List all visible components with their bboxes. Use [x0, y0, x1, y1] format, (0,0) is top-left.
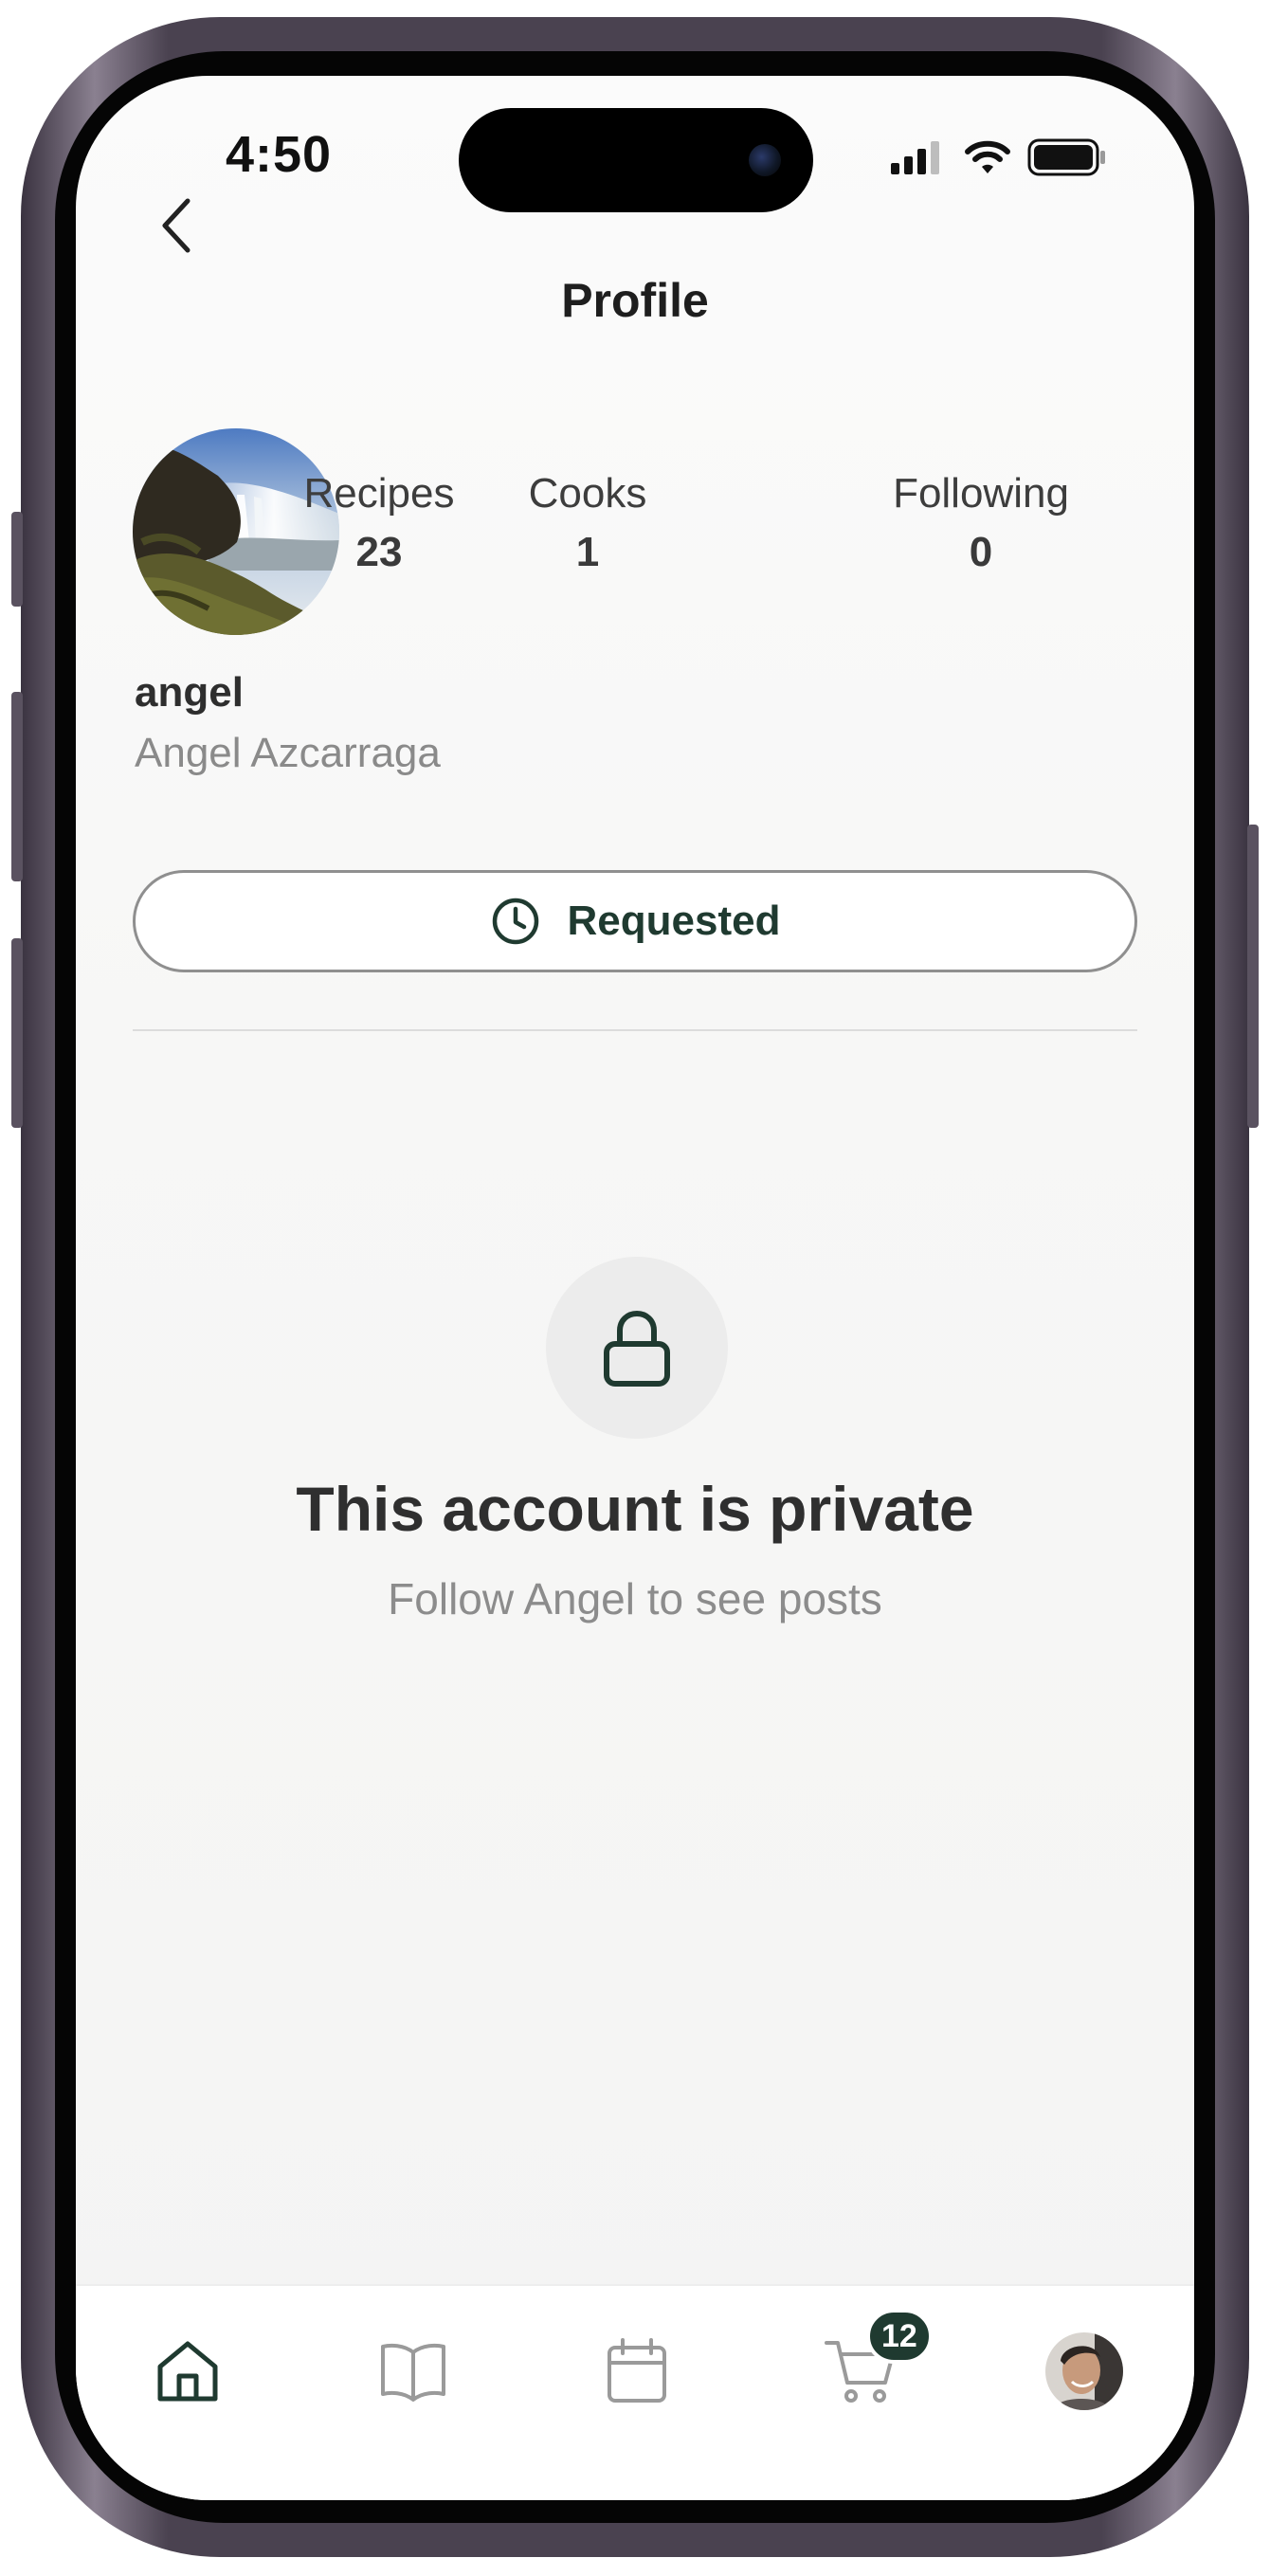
calendar-icon [608, 2338, 666, 2403]
user-photo [1045, 2332, 1123, 2410]
book-icon [381, 2343, 445, 2402]
section-divider [133, 1029, 1137, 1031]
profile-full-name: Angel Azcarraga [135, 730, 441, 776]
app-screen: 4:50 Profile Recipes 23 Cooks 1 Followin… [76, 76, 1194, 2500]
front-camera [749, 144, 781, 176]
status-time: 4:50 [226, 126, 333, 183]
signal-icon [891, 141, 939, 174]
power-button [1247, 825, 1259, 1128]
wifi-icon [965, 140, 1010, 173]
avatar [1045, 2332, 1123, 2410]
home-icon [157, 2341, 218, 2402]
stat-value: 1 [575, 529, 600, 575]
tab-home[interactable] [131, 2314, 245, 2428]
profile-username: angel [135, 669, 244, 716]
clock-icon [492, 898, 538, 945]
stat-cooks[interactable]: Cooks 1 [455, 470, 720, 576]
requested-button[interactable]: Requested [133, 870, 1137, 972]
back-button[interactable] [131, 180, 222, 271]
requested-button-label: Requested [567, 898, 781, 944]
stat-following[interactable]: Following 0 [839, 470, 1123, 576]
page-title: Profile [561, 274, 709, 327]
dynamic-island [459, 108, 813, 212]
private-account-subtitle: Follow Angel to see posts [388, 1574, 882, 1624]
volume-down-button [11, 938, 23, 1128]
status-icons [889, 138, 1107, 176]
tab-profile[interactable] [1027, 2314, 1141, 2428]
private-account-title: This account is private [296, 1474, 974, 1544]
chevron-left-icon [162, 198, 190, 253]
tab-planner[interactable] [580, 2314, 694, 2428]
stat-label: Cooks [528, 470, 647, 517]
stat-value: 0 [969, 529, 993, 575]
action-button [11, 512, 23, 607]
cart-count-badge: 12 [866, 2309, 933, 2364]
volume-up-button [11, 692, 23, 881]
stat-label: Following [893, 470, 1069, 517]
lock-icon [604, 1310, 670, 1387]
tab-cart[interactable]: 12 [804, 2309, 933, 2428]
tab-recipes[interactable] [356, 2314, 470, 2428]
lock-badge [546, 1257, 728, 1439]
bottom-tab-bar: 12 [76, 2284, 1194, 2500]
battery-icon [1027, 138, 1105, 176]
